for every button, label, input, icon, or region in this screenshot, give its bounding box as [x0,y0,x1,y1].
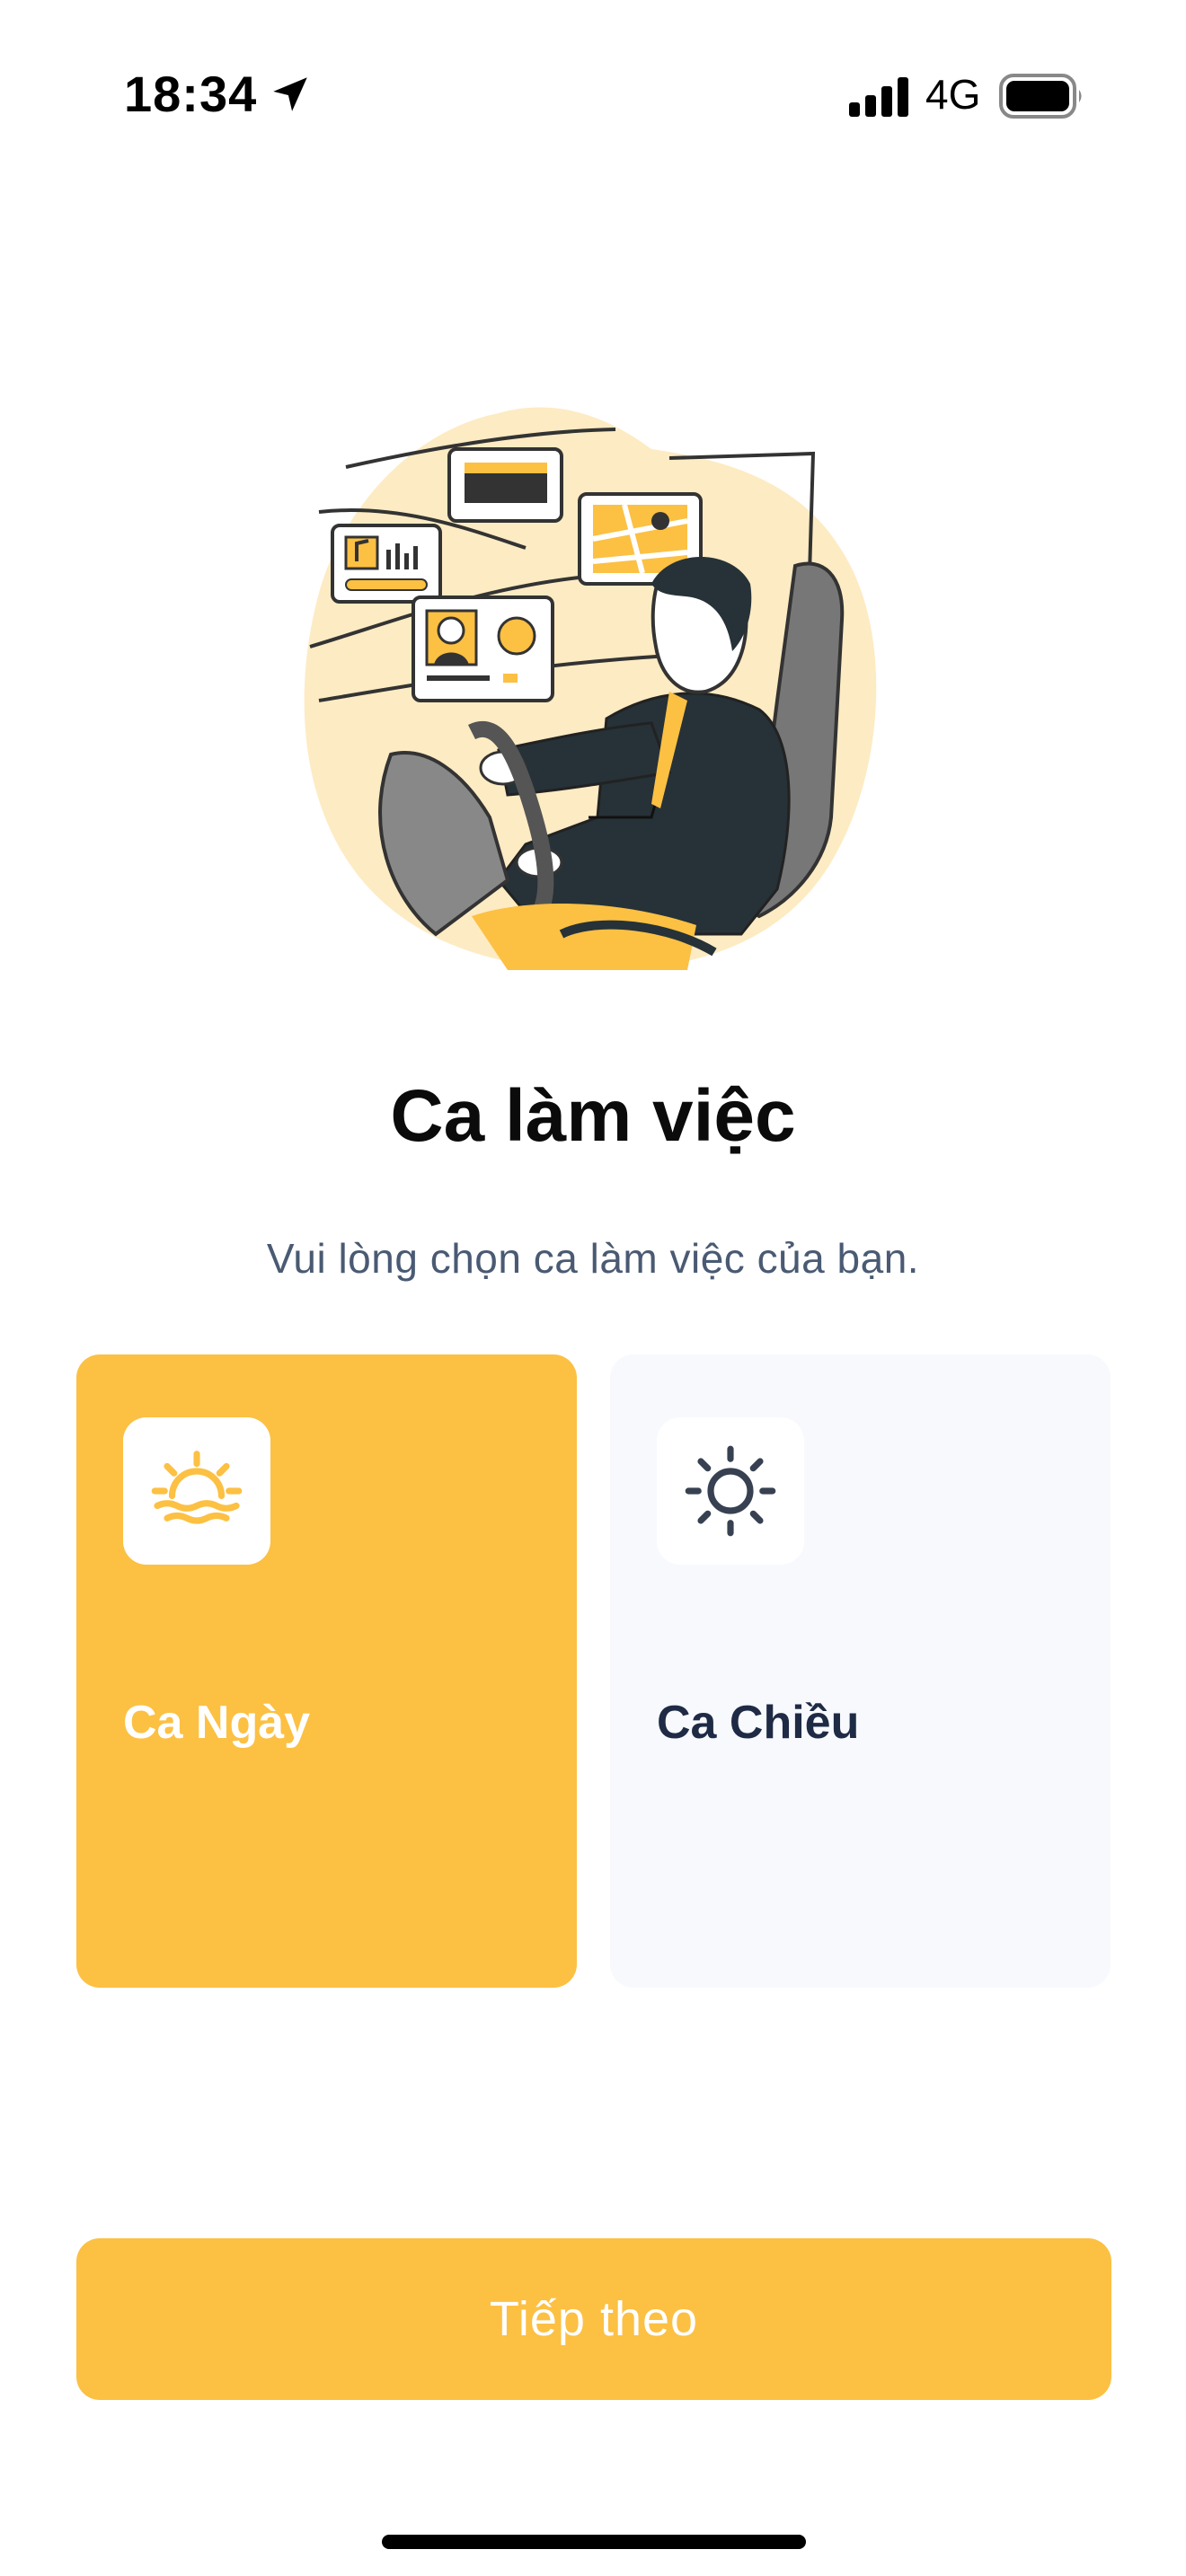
shift-label-afternoon: Ca Chiều [657,1697,860,1749]
next-button-label: Tiếp theo [489,2292,699,2346]
shift-label-day: Ca Ngày [123,1697,311,1749]
shift-option-day[interactable]: Ca Ngày [76,1354,577,1988]
shift-option-afternoon[interactable]: Ca Chiều [610,1354,1111,1988]
sunrise-icon [151,1451,243,1524]
status-bar: 18:34 4G [0,0,1186,189]
page-title: Ca làm việc [390,1075,796,1157]
network-type-label: 4G [925,71,981,118]
home-indicator[interactable] [382,2535,806,2549]
driver-illustration [304,407,877,971]
shift-icon-box [123,1417,270,1565]
sun-icon [685,1445,776,1537]
location-arrow-icon [273,77,307,111]
shift-icon-box [657,1417,804,1565]
next-button[interactable]: Tiếp theo [76,2238,1111,2400]
status-time: 18:34 [124,66,258,122]
cellular-signal-icon [849,77,908,117]
battery-icon [999,74,1082,119]
page-subtitle: Vui lòng chọn ca làm việc của bạn. [266,1235,920,1282]
